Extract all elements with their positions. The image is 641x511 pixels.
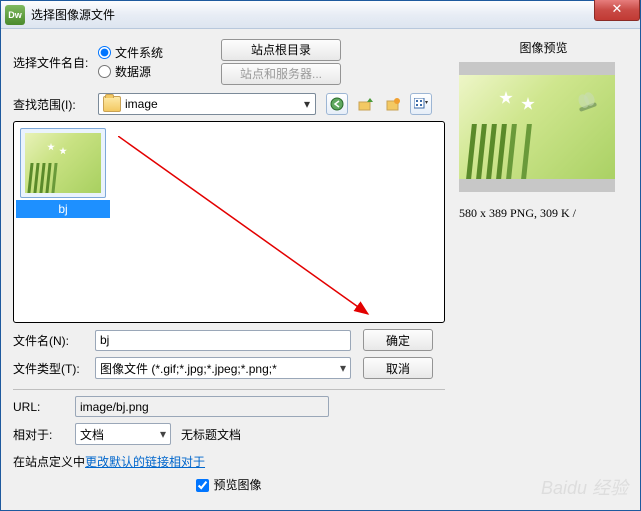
up-button[interactable] [354, 93, 376, 115]
filetype-value: 图像文件 (*.gif;*.jpg;*.jpeg;*.png;* [100, 360, 277, 377]
preview-image [459, 75, 615, 179]
dropdown-arrow-icon: ▾ [156, 427, 166, 441]
filetype-dropdown[interactable]: 图像文件 (*.gif;*.jpg;*.jpeg;*.png;* ▾ [95, 357, 351, 379]
image-info: 580 x 389 PNG, 309 K / [459, 206, 628, 221]
radio-filesystem-label: 文件系统 [115, 44, 163, 61]
hint-link[interactable]: 更改默认的链接相对于 [85, 453, 205, 470]
folder-icon [103, 96, 121, 112]
window-title: 选择图像源文件 [31, 6, 115, 23]
preview-title: 图像预览 [459, 39, 628, 56]
file-list-area[interactable]: bj [13, 121, 445, 323]
dropdown-arrow-icon: ▾ [336, 361, 346, 375]
lookin-dropdown[interactable]: image ▾ [98, 93, 316, 115]
filename-input[interactable] [95, 330, 351, 351]
annotation-arrow [118, 136, 388, 326]
source-label: 选择文件名自: [13, 54, 98, 71]
relative-docname: 无标题文档 [181, 426, 241, 443]
relative-value: 文档 [80, 426, 104, 443]
ok-button[interactable]: 确定 [363, 329, 433, 351]
close-button[interactable]: ✕ [594, 0, 640, 21]
preview-box [459, 62, 615, 192]
back-button[interactable] [326, 93, 348, 115]
radio-datasource-label: 数据源 [115, 63, 151, 80]
file-item-label: bj [16, 200, 110, 218]
relative-label: 相对于: [13, 426, 75, 443]
new-folder-button[interactable] [382, 93, 404, 115]
lookin-label: 查找范围(I): [13, 96, 98, 113]
relative-dropdown[interactable]: 文档 ▾ [75, 423, 171, 445]
filename-label: 文件名(N): [13, 332, 95, 349]
radio-datasource[interactable]: 数据源 [98, 63, 163, 80]
url-label: URL: [13, 400, 75, 414]
app-icon: Dw [5, 5, 25, 25]
file-thumbnail [25, 133, 101, 193]
titlebar: Dw 选择图像源文件 ✕ [1, 1, 640, 29]
url-input[interactable] [75, 396, 329, 417]
radio-filesystem[interactable]: 文件系统 [98, 44, 163, 61]
view-menu-button[interactable] [410, 93, 432, 115]
site-server-button[interactable]: 站点和服务器... [221, 63, 341, 85]
hint-prefix: 在站点定义中 [13, 453, 85, 470]
site-root-button[interactable]: 站点根目录 [221, 39, 341, 61]
preview-checkbox[interactable]: 预览图像 [196, 478, 261, 492]
lookin-folder: image [125, 97, 299, 111]
preview-checkbox-label: 预览图像 [213, 478, 261, 492]
dropdown-arrow-icon: ▾ [299, 97, 315, 111]
file-item-bj[interactable]: bj [20, 128, 106, 218]
cancel-button[interactable]: 取消 [363, 357, 433, 379]
filetype-label: 文件类型(T): [13, 360, 95, 377]
